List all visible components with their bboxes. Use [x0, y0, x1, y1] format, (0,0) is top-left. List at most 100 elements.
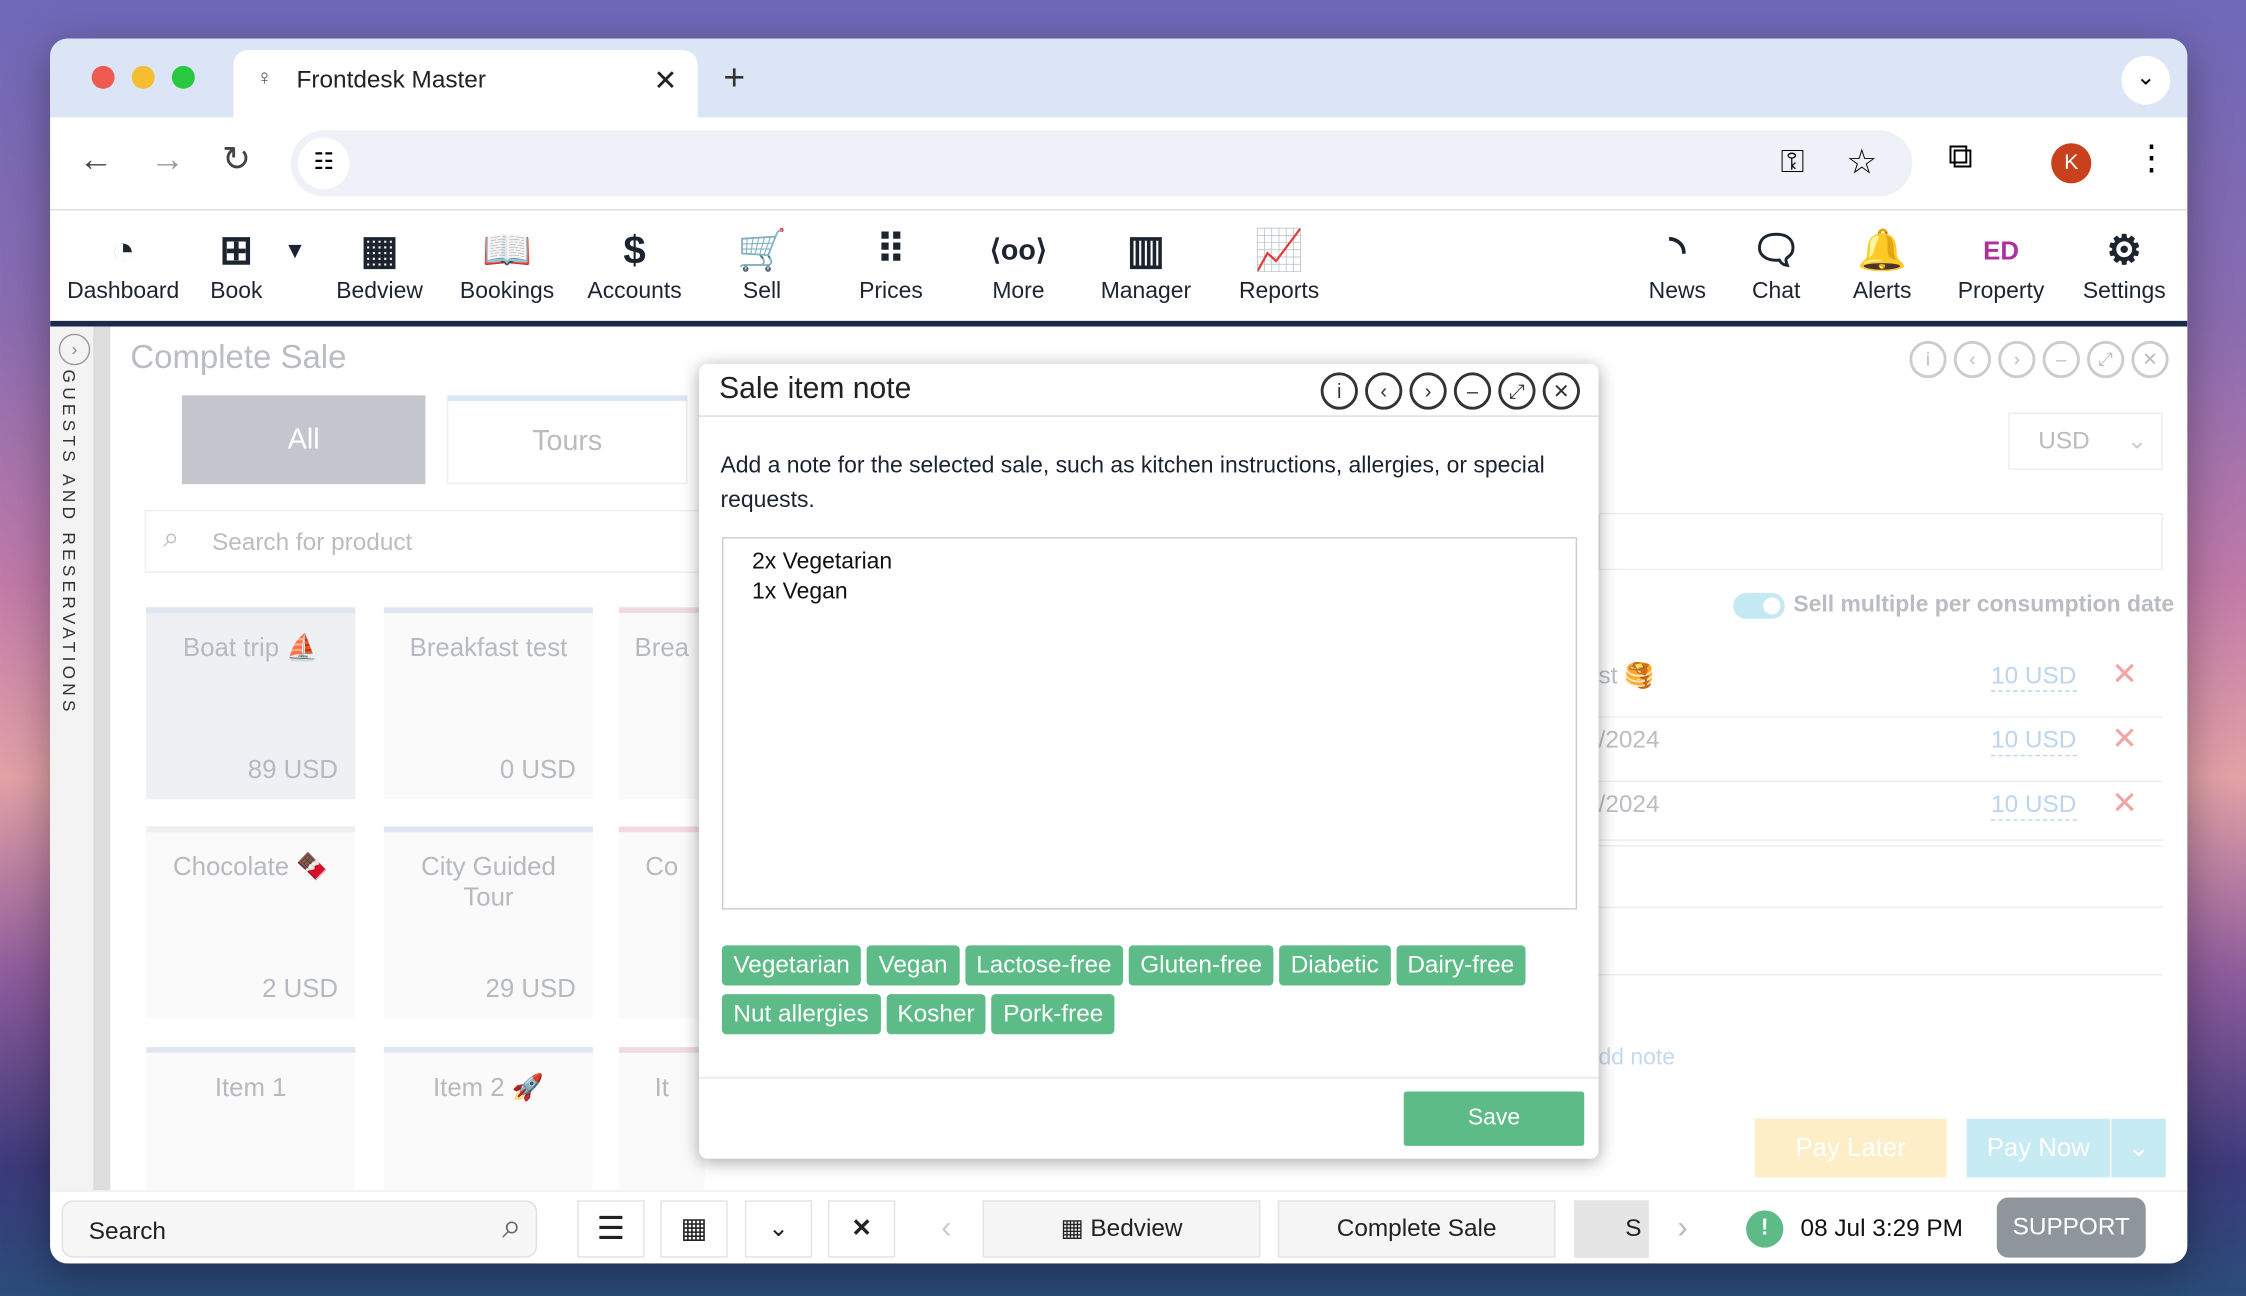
product-card[interactable]: Boat trip ⛵ 89 USD: [146, 607, 356, 800]
note-textarea[interactable]: 2x Vegetarian 1x Vegan: [721, 537, 1578, 910]
nav-manager[interactable]: ▥ Manager: [1081, 222, 1210, 305]
forward-icon[interactable]: →: [150, 140, 184, 180]
remove-line-icon[interactable]: ✕: [2111, 656, 2137, 693]
category-all[interactable]: All: [181, 395, 426, 485]
pay-later-button[interactable]: Pay Later: [1754, 1118, 1947, 1178]
quick-tags: Vegetarian Vegan Lactose-free Gluten-free Di…: [721, 945, 1581, 1042]
grid-view-button[interactable]: ▦: [660, 1200, 728, 1258]
nav-settings[interactable]: ⚙ Settings: [2060, 222, 2187, 305]
line-price[interactable]: 10 USD: [1991, 662, 2077, 692]
tab-label: Bedview: [1090, 1214, 1183, 1242]
tag-pork-free[interactable]: Pork-free: [991, 994, 1115, 1035]
product-name: Item 2 🚀: [432, 1072, 544, 1102]
nav-reports[interactable]: 📈 Reports: [1215, 222, 1344, 305]
tab-strip: ♀ Frontdesk Master ✕ + ⌄: [50, 38, 2188, 118]
scroll-right-icon[interactable]: ›: [1677, 1209, 1687, 1246]
global-search-input[interactable]: Search ⌕: [61, 1200, 538, 1258]
product-card[interactable]: Breakfast test 0 USD: [383, 607, 594, 800]
tag-nut-allergies[interactable]: Nut allergies: [721, 994, 881, 1035]
category-tours[interactable]: Tours: [446, 395, 688, 485]
back-icon[interactable]: ←: [79, 140, 113, 180]
save-button[interactable]: Save: [1403, 1091, 1585, 1146]
close-icon[interactable]: ✕: [2131, 340, 2169, 379]
remove-line-icon[interactable]: ✕: [2111, 785, 2137, 822]
info-icon[interactable]: i: [1320, 372, 1358, 410]
menu-kebab-icon[interactable]: ⋮: [2134, 138, 2168, 180]
collapse-button[interactable]: ⌄: [744, 1200, 813, 1258]
product-card[interactable]: It: [618, 1047, 705, 1191]
nav-sell[interactable]: 🛒 Sell: [698, 222, 827, 305]
nav-bookings[interactable]: 📖 Bookings: [443, 222, 572, 305]
line-price[interactable]: 10 USD: [1991, 791, 2077, 821]
book-dropdown-icon[interactable]: ▼: [284, 239, 307, 265]
next-icon[interactable]: ›: [1998, 340, 2036, 379]
guests-sidebar[interactable]: › GUESTS AND RESERVATIONS: [50, 326, 111, 1191]
pay-now-dropdown-icon[interactable]: ⌄: [2111, 1118, 2166, 1178]
line-price[interactable]: 10 USD: [1991, 726, 2077, 757]
browser-tab[interactable]: ♀ Frontdesk Master ✕: [233, 50, 698, 118]
customer-input[interactable]: [1598, 512, 2163, 571]
info-icon[interactable]: i: [1909, 340, 1947, 379]
nav-accounts[interactable]: $ Accounts: [570, 222, 699, 305]
product-card[interactable]: Item 2 🚀: [383, 1047, 594, 1191]
nav-bedview[interactable]: ▦ Bedview: [315, 222, 444, 305]
nav-more[interactable]: ⟨oo⟩ More: [954, 222, 1083, 305]
profile-avatar[interactable]: K: [2051, 143, 2092, 184]
tab-search-button[interactable]: ⌄: [2121, 55, 2171, 105]
sidebar-scrollbar[interactable]: [93, 326, 111, 1191]
next-icon[interactable]: ›: [1409, 372, 1447, 410]
minimize-icon[interactable]: –: [1453, 372, 1492, 410]
taskbar-tab-bedview[interactable]: ▦ Bedview: [982, 1200, 1261, 1258]
extensions-icon[interactable]: ⧉: [1948, 138, 1973, 178]
bookmark-star-icon[interactable]: ☆: [1846, 142, 1877, 184]
tag-diabetic[interactable]: Diabetic: [1279, 945, 1391, 986]
maximize-window-button[interactable]: [171, 65, 195, 89]
tag-vegan[interactable]: Vegan: [867, 945, 960, 986]
site-settings-icon[interactable]: ☷: [297, 137, 350, 190]
close-dialog-icon[interactable]: ✕: [1542, 372, 1580, 410]
nav-property[interactable]: ED Property: [1937, 222, 2066, 305]
pay-now-button[interactable]: Pay Now: [1966, 1118, 2110, 1178]
taskbar-tab-complete-sale[interactable]: Complete Sale: [1277, 1200, 1556, 1258]
url-input[interactable]: ☷ ⚿ ☆: [290, 130, 1913, 197]
sell-multiple-toggle[interactable]: [1733, 593, 1785, 619]
product-search-input[interactable]: ⌕ Search for product: [144, 509, 718, 573]
nav-alerts[interactable]: 🔔 Alerts: [1818, 222, 1947, 305]
product-card[interactable]: Chocolate 🍫 2 USD: [146, 826, 356, 1019]
reload-icon[interactable]: ↻: [222, 139, 251, 181]
prev-icon[interactable]: ‹: [1365, 372, 1403, 410]
close-tab-icon[interactable]: ✕: [654, 63, 678, 99]
support-button[interactable]: SUPPORT: [1996, 1197, 2146, 1258]
new-tab-button[interactable]: +: [723, 56, 745, 100]
status-alert-icon[interactable]: !: [1746, 1210, 1784, 1248]
product-card[interactable]: Co: [618, 826, 705, 1019]
fullscreen-icon[interactable]: ⤢: [1498, 372, 1536, 410]
taskbar-tab-partial[interactable]: S: [1574, 1200, 1649, 1258]
minimize-icon[interactable]: –: [2042, 340, 2080, 379]
list-view-button[interactable]: ☰: [577, 1200, 645, 1258]
tag-dairy-free[interactable]: Dairy-free: [1395, 945, 1526, 986]
close-window-button[interactable]: [91, 65, 115, 89]
product-card[interactable]: Item 1: [146, 1047, 356, 1191]
currency-select[interactable]: USD ⌄: [2008, 412, 2163, 470]
nav-dashboard[interactable]: ◔ Dashboard: [59, 222, 188, 305]
product-card[interactable]: Brea: [618, 607, 705, 800]
prev-icon[interactable]: ‹: [1953, 340, 1992, 379]
tag-kosher[interactable]: Kosher: [885, 994, 987, 1035]
tag-lactose-free[interactable]: Lactose-free: [964, 945, 1124, 986]
close-all-button[interactable]: ✕: [827, 1200, 896, 1258]
fullscreen-icon[interactable]: ⤢: [2087, 340, 2125, 379]
nav-label: More: [992, 279, 1045, 304]
nav-book[interactable]: ⊞ Book: [172, 222, 301, 305]
dialog-description: Add a note for the selected sale, such a…: [720, 454, 1545, 513]
tag-vegetarian[interactable]: Vegetarian: [721, 945, 862, 986]
scroll-left-icon[interactable]: ‹: [941, 1209, 951, 1246]
password-key-icon[interactable]: ⚿: [1780, 143, 1804, 180]
add-note-link[interactable]: dd note: [1599, 1046, 1675, 1072]
expand-sidebar-icon[interactable]: ›: [58, 333, 91, 366]
remove-line-icon[interactable]: ✕: [2111, 720, 2137, 757]
nav-prices[interactable]: ⠿ Prices: [826, 222, 955, 305]
minimize-window-button[interactable]: [131, 65, 155, 89]
product-card[interactable]: City Guided Tour 29 USD: [383, 826, 594, 1019]
tag-gluten-free[interactable]: Gluten-free: [1128, 945, 1274, 986]
